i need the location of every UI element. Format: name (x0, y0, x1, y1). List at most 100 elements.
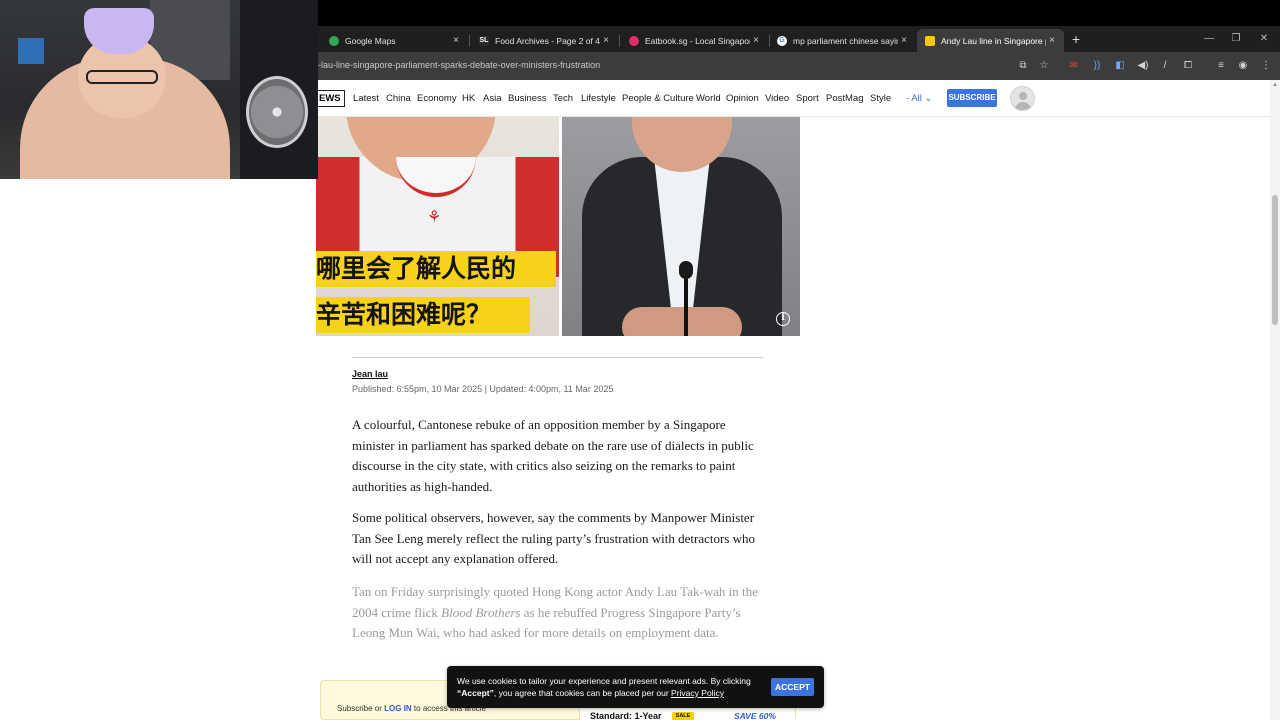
tab-title: Andy Lau line in Singapore parl (941, 35, 1046, 46)
microphone-head-graphic (679, 261, 693, 279)
tab-close-icon[interactable]: × (898, 35, 910, 46)
tab-close-icon[interactable]: × (750, 35, 762, 46)
nav-latest[interactable]: Latest (353, 93, 379, 104)
hero-image-left: ⚘ 哪里会了解人民的 辛苦和困难呢？ (316, 117, 559, 336)
user-avatar-icon[interactable] (1010, 86, 1035, 111)
paywall-prefix: Subscribe or (337, 704, 385, 713)
hands-graphic (622, 307, 742, 336)
chevron-down-icon: ⌄ (924, 93, 933, 104)
profile-icon[interactable]: ◉ (1236, 59, 1250, 73)
nav-asia[interactable]: Asia (483, 93, 501, 104)
scrollbar-thumb[interactable] (1272, 195, 1278, 325)
cast-icon[interactable]: ⧉ (1016, 59, 1030, 73)
site-logo[interactable]: EWS (318, 90, 345, 107)
nav-china[interactable]: China (386, 93, 411, 104)
publish-date: Published: 6:55pm, 10 Mar 2025 | Updated… (352, 384, 614, 394)
sl-favicon-icon: SL (479, 35, 489, 46)
webcam-poster (18, 38, 44, 64)
tab-google-maps[interactable]: Google Maps × (321, 29, 468, 52)
plan-name: Standard: 1-Year (590, 711, 662, 720)
media-icon[interactable]: ≡ (1214, 59, 1228, 73)
tab-eatbook[interactable]: Eatbook.sg - Local Singapore F × (621, 29, 768, 52)
puzzle-icon[interactable]: ◧ (1113, 59, 1127, 73)
nav-economy[interactable]: Economy (417, 93, 457, 104)
tab-strip: Google Maps × SL Food Archives - Page 2 … (318, 26, 1280, 52)
article-favicon-icon (925, 35, 935, 46)
plan-save-label: SAVE 60% (734, 711, 776, 720)
nav-all-label: - All (906, 93, 922, 104)
plan-card[interactable]: Standard: 1-Year SALE SAVE 60% (579, 709, 795, 720)
fan-icon (246, 76, 308, 148)
nav-video[interactable]: Video (765, 93, 789, 104)
party-logo-icon: ⚘ (426, 209, 442, 226)
sale-badge: SALE (672, 712, 694, 720)
nav-all-dropdown[interactable]: - All ⌄ (906, 93, 932, 104)
menu-icon[interactable]: ⋮ (1259, 59, 1273, 73)
nav-tech[interactable]: Tech (553, 93, 573, 104)
nav-style[interactable]: Style (870, 93, 891, 104)
privacy-policy-link[interactable]: Privacy Policy (671, 688, 724, 698)
nav-postmag[interactable]: PostMag (826, 93, 864, 104)
nav-sport[interactable]: Sport (796, 93, 819, 104)
tab-close-icon[interactable]: × (600, 35, 612, 46)
tab-title: Food Archives - Page 2 of 426 (495, 35, 600, 46)
webcam-glasses (86, 70, 158, 84)
tab-title: mp parliament chinese saying (793, 35, 898, 46)
hero-caption-line2: 辛苦和困难呢？ (316, 297, 530, 333)
address-bar[interactable]: -lau-line-singapore-parliament-sparks-de… (318, 52, 1280, 80)
scrollbar-track[interactable] (1270, 80, 1280, 720)
tab-title: Google Maps (345, 35, 396, 46)
gmail-icon[interactable]: ✉ (1067, 59, 1081, 73)
title-bar (318, 0, 1280, 26)
cookie-text: We use cookies to tailor your experience… (457, 675, 767, 699)
hero-image: ⚘ 哪里会了解人民的 辛苦和困难呢？ i (316, 117, 800, 336)
minimize-button[interactable]: — (1196, 30, 1222, 48)
eatbook-favicon-icon (629, 35, 639, 46)
cookie-accept-quote: “Accept” (457, 688, 494, 698)
scroll-up-arrow-icon[interactable]: ▲ (1272, 82, 1278, 88)
nav-business[interactable]: Business (508, 93, 547, 104)
slash-icon[interactable]: / (1158, 59, 1172, 73)
article-paragraph-2: Some political observers, however, say t… (352, 510, 756, 566)
tab-title: Eatbook.sg - Local Singapore F (645, 35, 750, 46)
site-nav: EWS Latest China Economy HK Asia Busines… (318, 80, 1280, 117)
nav-opinion[interactable]: Opinion (726, 93, 759, 104)
tab-separator (619, 35, 620, 47)
close-window-button[interactable]: ✕ (1251, 30, 1277, 48)
extensions-icon[interactable]: ⧠ (1181, 59, 1195, 73)
hero-image-right (562, 117, 800, 336)
tab-active-article[interactable]: Andy Lau line in Singapore parl × (917, 29, 1064, 52)
image-info-icon[interactable]: i (776, 312, 790, 326)
nav-hk[interactable]: HK (462, 93, 475, 104)
restore-button[interactable]: ❐ (1223, 30, 1249, 48)
star-icon[interactable]: ☆ (1037, 59, 1051, 73)
nav-people-culture[interactable]: People & Culture (622, 93, 694, 104)
cookie-text-b: , you agree that cookies can be placed p… (493, 688, 672, 698)
login-link[interactable]: LOG IN (384, 704, 412, 713)
tab-close-icon[interactable]: × (450, 35, 462, 46)
hero-caption-line1: 哪里会了解人民的 (316, 251, 556, 287)
tab-google-search[interactable]: G mp parliament chinese saying × (769, 29, 916, 52)
tab-close-icon[interactable]: × (1046, 35, 1058, 46)
volume-icon[interactable]: ◀) (1136, 59, 1150, 73)
author-link[interactable]: Jean Iau (352, 369, 388, 379)
screen: Google Maps × SL Food Archives - Page 2 … (0, 0, 1280, 720)
nav-lifestyle[interactable]: Lifestyle (581, 93, 616, 104)
audio-icon[interactable]: )) (1090, 59, 1104, 73)
webcam-overlay (0, 0, 318, 179)
google-maps-favicon-icon (329, 35, 339, 46)
tab-food-archives[interactable]: SL Food Archives - Page 2 of 426 × (471, 29, 618, 52)
tab-separator (469, 35, 470, 47)
cookie-text-a: We use cookies to tailor your experience… (457, 676, 751, 686)
article-paragraph-3: Tan on Friday surprisingly quoted Hong K… (352, 582, 764, 654)
film-title: Blood Brothers (441, 604, 521, 620)
subscribe-button[interactable]: SUBSCRIBE (947, 89, 997, 107)
article-paragraph-1: A colourful, Cantonese rebuke of an oppo… (352, 417, 754, 494)
accept-cookies-button[interactable]: ACCEPT (771, 678, 814, 696)
cookie-banner: We use cookies to tailor your experience… (447, 666, 824, 708)
byline-divider (352, 357, 763, 358)
url-text[interactable]: -lau-line-singapore-parliament-sparks-de… (318, 60, 600, 70)
new-tab-button[interactable]: + (1067, 31, 1085, 49)
google-favicon-icon: G (777, 35, 787, 46)
nav-world[interactable]: World (696, 93, 721, 104)
